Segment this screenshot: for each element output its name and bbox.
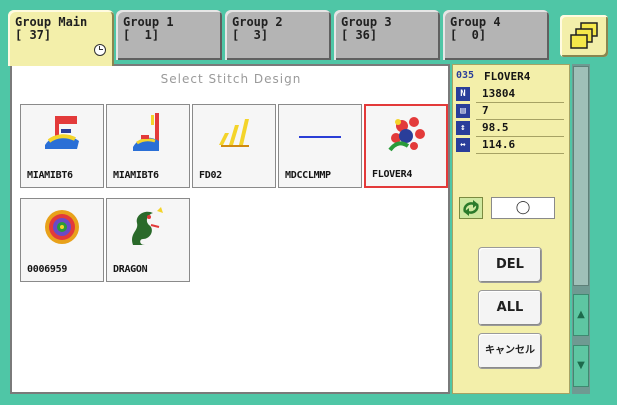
design-label: MDCCLMMP [285, 170, 331, 181]
scrollbar-thumb[interactable] [573, 66, 589, 286]
select-all-button[interactable]: ALL [479, 291, 541, 325]
tab-group-main[interactable]: Group Main [ 37] [8, 10, 114, 66]
flag-icon [45, 116, 79, 149]
line-icon [299, 136, 341, 138]
design-tile[interactable]: 0006959 [20, 198, 104, 282]
delete-button[interactable]: DEL [479, 248, 541, 282]
design-info-panel: 035 FLOVER4 N 13804 ▤ 7 ↕ 98.5 ↔ 114.6 ◯… [452, 64, 570, 394]
flower-icon [388, 117, 425, 152]
design-tile-selected[interactable]: FLOVER4 [364, 104, 448, 188]
design-height: 98.5 [482, 121, 509, 134]
scroll-down-button[interactable]: ▼ [573, 345, 589, 387]
stitch-count-icon: N [456, 87, 470, 101]
color-count: 7 [482, 104, 489, 117]
design-tile[interactable]: MIAMIBT6 [106, 104, 190, 188]
design-number: 035 [456, 70, 475, 81]
mode-field[interactable]: ◯ [491, 197, 555, 219]
scroll-up-button[interactable]: ▲ [573, 294, 589, 336]
design-width: 114.6 [482, 138, 516, 151]
tab-count: [ 0] [450, 28, 487, 42]
stitch-count: 13804 [482, 87, 516, 100]
floral-badge-icon [45, 210, 79, 244]
info-width: ↔ 114.6 [456, 137, 566, 154]
design-label: 0006959 [27, 264, 68, 275]
design-tile[interactable]: MDCCLMMP [278, 104, 362, 188]
tab-group-4[interactable]: Group 4 [ 0] [443, 10, 549, 60]
design-name: FLOVER4 [484, 70, 531, 83]
design-label: FLOVER4 [372, 169, 413, 180]
swap-button[interactable] [459, 197, 483, 219]
cancel-button[interactable]: キャンセル [479, 334, 541, 368]
width-icon: ↔ [456, 138, 470, 152]
tab-group-1[interactable]: Group 1 [ 1] [116, 10, 222, 60]
clock-icon [94, 44, 106, 56]
dragon-icon [132, 207, 163, 245]
design-label: MIAMIBT6 [27, 170, 73, 181]
tab-group-2[interactable]: Group 2 [ 3] [225, 10, 331, 60]
tab-group-3[interactable]: Group 3 [ 36] [334, 10, 440, 60]
info-design-name: 035 FLOVER4 [456, 69, 566, 86]
design-tile[interactable]: FD02 [192, 104, 276, 188]
design-label: MIAMIBT6 [113, 170, 159, 181]
design-tile[interactable]: DRAGON [106, 198, 190, 282]
height-icon: ↕ [456, 121, 470, 135]
divider [476, 153, 564, 154]
color-count-icon: ▤ [456, 104, 470, 118]
flag-icon [133, 113, 159, 151]
stripes-icon [219, 119, 249, 147]
swap-icon [463, 200, 479, 216]
embroidery-screen: Group Main [ 37] Group 1 [ 1] Group 2 [ … [0, 0, 617, 405]
stacked-windows-icon [570, 22, 598, 49]
info-height: ↕ 98.5 [456, 120, 566, 137]
tab-count: [ 37] [15, 28, 52, 42]
design-tile[interactable]: MIAMIBT6 [20, 104, 104, 188]
design-label: DRAGON [113, 264, 148, 275]
tab-count: [ 3] [232, 28, 269, 42]
info-colors: ▤ 7 [456, 103, 566, 120]
design-label: FD02 [199, 170, 222, 181]
tab-count: [ 1] [123, 28, 160, 42]
grid-title: Select Stitch Design [160, 72, 302, 86]
tab-count: [ 36] [341, 28, 378, 42]
design-grid: Select Stitch Design MIAMIBT6 MIAMIBT6 F… [10, 64, 450, 394]
info-stitches: N 13804 [456, 86, 566, 103]
multi-window-button[interactable] [560, 15, 608, 57]
